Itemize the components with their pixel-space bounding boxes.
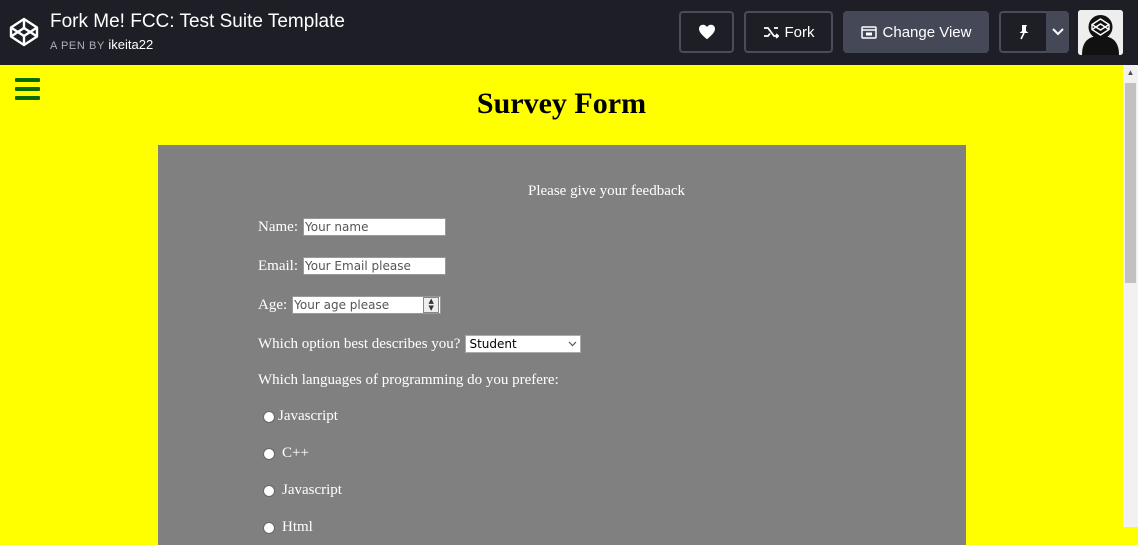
codepen-logo-icon[interactable] bbox=[8, 16, 40, 48]
name-input[interactable]: Your name bbox=[302, 218, 446, 236]
age-stepper[interactable]: ▲ ▼ bbox=[423, 297, 440, 313]
email-placeholder: Your Email please bbox=[305, 259, 411, 273]
age-label: Age: bbox=[258, 296, 288, 313]
form-description: Please give your feedback bbox=[528, 183, 686, 199]
language-option-label: Javascript bbox=[282, 482, 342, 498]
radio-button[interactable] bbox=[263, 521, 275, 534]
avatar-icon bbox=[1078, 10, 1123, 55]
role-row: Which option best describes you? Student bbox=[258, 335, 582, 353]
name-placeholder: Your name bbox=[304, 220, 369, 234]
author-link[interactable]: ikeita22 bbox=[108, 37, 153, 52]
pen-by-label: A PEN BY bbox=[50, 40, 105, 52]
email-label: Email: bbox=[258, 257, 298, 274]
codepen-header: Fork Me! FCC: Test Suite Template A PEN … bbox=[0, 0, 1138, 65]
change-view-button[interactable]: Change View bbox=[843, 11, 989, 53]
heart-icon bbox=[698, 24, 715, 40]
language-option-label: Javascript bbox=[278, 408, 338, 424]
age-row: Age: Your age please ▲ ▼ bbox=[258, 296, 442, 314]
email-input[interactable]: Your Email please bbox=[303, 257, 446, 275]
survey-form: Please give your feedback Name: Your nam… bbox=[158, 145, 966, 545]
scrollbar-thumb[interactable] bbox=[1125, 83, 1136, 283]
language-option[interactable]: Javascript bbox=[263, 408, 338, 425]
change-view-label: Change View bbox=[882, 23, 972, 41]
role-dropdown[interactable]: Student bbox=[465, 335, 582, 353]
languages-question-text: Which languages of programming do you pr… bbox=[258, 372, 559, 388]
age-placeholder: Your age please bbox=[294, 298, 390, 312]
language-option-label: Html bbox=[282, 519, 313, 535]
age-input[interactable]: Your age please ▲ ▼ bbox=[292, 296, 442, 314]
chevron-down-icon bbox=[1051, 28, 1064, 36]
vertical-scrollbar[interactable]: ▲ bbox=[1123, 65, 1138, 527]
user-avatar[interactable] bbox=[1078, 10, 1123, 55]
radio-button[interactable] bbox=[263, 447, 275, 460]
pen-title[interactable]: Fork Me! FCC: Test Suite Template bbox=[50, 11, 345, 33]
language-option[interactable]: Html bbox=[263, 519, 313, 536]
chevron-down-icon bbox=[569, 341, 577, 347]
pen-byline: A PEN BY ikeita22 bbox=[50, 37, 153, 52]
fork-label: Fork bbox=[784, 23, 815, 41]
language-option-label: C++ bbox=[282, 445, 309, 461]
name-label: Name: bbox=[258, 218, 298, 235]
pin-icon bbox=[1019, 25, 1028, 40]
language-option[interactable]: C++ bbox=[263, 445, 309, 462]
name-row: Name: Your name bbox=[258, 218, 446, 236]
pin-dropdown-button[interactable] bbox=[1046, 11, 1069, 53]
language-option[interactable]: Javascript bbox=[263, 482, 342, 499]
page-title: Survey Form bbox=[476, 87, 647, 120]
languages-question: Which languages of programming do you pr… bbox=[258, 372, 559, 389]
fork-button[interactable]: Fork bbox=[744, 11, 833, 53]
radio-button[interactable] bbox=[263, 410, 275, 423]
preview-pane: Survey Form Please give your feedback Na… bbox=[0, 65, 1123, 545]
scroll-up-icon[interactable]: ▲ bbox=[1123, 65, 1138, 80]
email-row: Email: Your Email please bbox=[258, 257, 446, 275]
role-selected: Student bbox=[469, 337, 517, 351]
pin-button[interactable] bbox=[999, 11, 1046, 53]
role-label: Which option best describes you? bbox=[258, 335, 461, 352]
radio-button[interactable] bbox=[263, 484, 275, 497]
like-button[interactable] bbox=[679, 11, 734, 53]
layout-icon bbox=[860, 25, 877, 39]
fork-icon bbox=[763, 27, 779, 39]
